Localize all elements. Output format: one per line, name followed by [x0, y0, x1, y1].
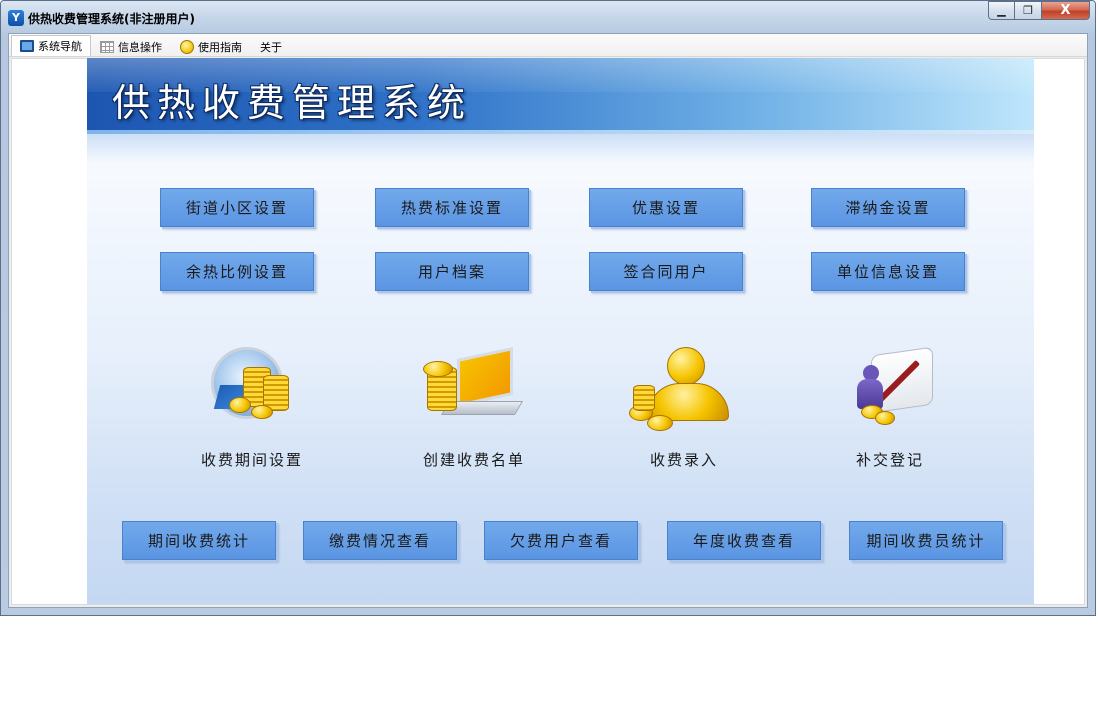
restore-button[interactable]: ❐: [1015, 1, 1042, 20]
tab-label: 关于: [260, 40, 282, 54]
restore-icon: ❐: [1023, 4, 1033, 17]
create-billing-list[interactable]: 创建收费名单: [389, 345, 559, 470]
close-icon: X: [1060, 3, 1071, 18]
close-button[interactable]: X: [1042, 1, 1090, 20]
banner: 供热收费管理系统: [87, 58, 1034, 130]
unit-info-settings-button[interactable]: 单位信息设置: [811, 252, 965, 291]
tab-about[interactable]: 关于: [251, 36, 291, 56]
discount-settings-button[interactable]: 优惠设置: [589, 188, 743, 227]
payment-entry[interactable]: 收费录入: [599, 345, 769, 470]
tab-user-guide[interactable]: 使用指南: [171, 36, 251, 56]
clock-coins-icon: [197, 345, 307, 435]
residual-heat-ratio-button[interactable]: 余热比例设置: [160, 252, 314, 291]
period-collector-statistics-button[interactable]: 期间收费员统计: [849, 521, 1003, 560]
feature-label: 创建收费名单: [422, 451, 525, 469]
window-title: 供热收费管理系统(非注册用户): [28, 12, 195, 26]
grid-icon: [100, 40, 114, 53]
help-icon: [180, 39, 194, 54]
heating-fee-standard-button[interactable]: 热费标准设置: [375, 188, 529, 227]
street-community-settings-button[interactable]: 街道小区设置: [160, 188, 314, 227]
navigation-panel: 供热收费管理系统 街道小区设置 热费标准设置 优惠设置 滞纳金设置 余热比例设置…: [87, 58, 1034, 604]
tab-system-nav[interactable]: 系统导航: [11, 35, 91, 56]
minimize-button[interactable]: ▁: [988, 1, 1015, 20]
scroll-pen-icon: [835, 345, 945, 435]
contract-users-button[interactable]: 签合同用户: [589, 252, 743, 291]
billing-period-settings[interactable]: 收费期间设置: [167, 345, 337, 470]
caption-buttons: ▁ ❐ X: [988, 1, 1090, 21]
arrears-users-view-button[interactable]: 欠费用户查看: [484, 521, 638, 560]
supplementary-payment-register[interactable]: 补交登记: [805, 345, 975, 470]
title-bar[interactable]: Y 供热收费管理系统(非注册用户) ▁ ❐ X: [1, 1, 1095, 33]
tab-label: 信息操作: [118, 40, 162, 54]
tab-label: 使用指南: [198, 40, 242, 54]
monitor-icon: [20, 40, 34, 52]
annual-fee-view-button[interactable]: 年度收费查看: [667, 521, 821, 560]
late-fee-settings-button[interactable]: 滞纳金设置: [811, 188, 965, 227]
laptop-coins-icon: [419, 345, 529, 435]
tab-label: 系统导航: [38, 40, 82, 53]
banner-title: 供热收费管理系统: [112, 81, 473, 125]
feature-label: 收费期间设置: [200, 451, 303, 469]
feature-label: 补交登记: [855, 451, 924, 469]
period-fee-statistics-button[interactable]: 期间收费统计: [122, 521, 276, 560]
feature-label: 收费录入: [649, 451, 718, 469]
banner-glow: [87, 134, 1034, 164]
person-coins-icon: [629, 345, 739, 435]
tab-bar: 系统导航 信息操作 使用指南 关于: [9, 34, 1087, 57]
user-records-button[interactable]: 用户档案: [375, 252, 529, 291]
payment-status-view-button[interactable]: 缴费情况查看: [303, 521, 457, 560]
app-icon: Y: [8, 10, 24, 26]
tab-info-ops[interactable]: 信息操作: [91, 36, 171, 56]
minimize-icon: ▁: [997, 4, 1006, 17]
